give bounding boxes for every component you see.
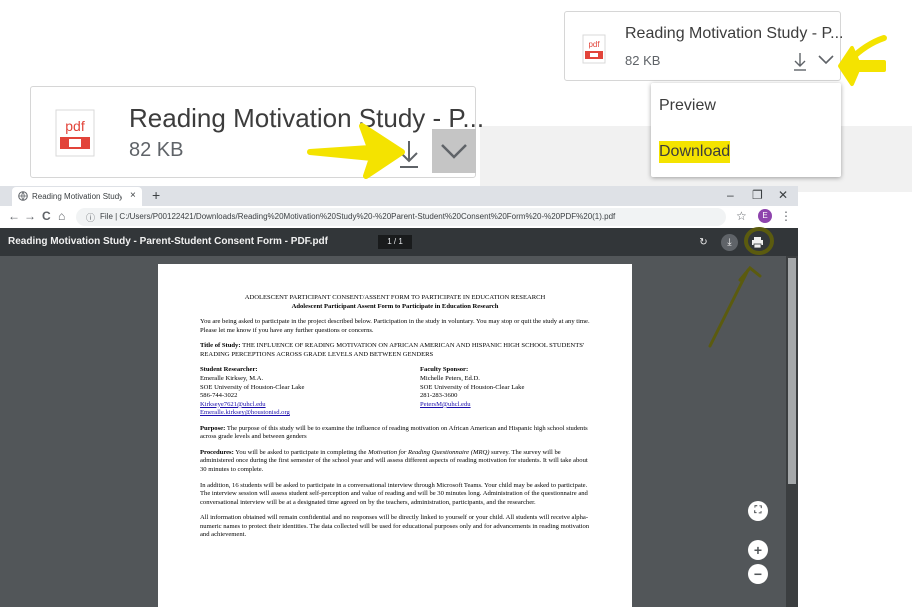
yellow-scribble bbox=[847, 35, 887, 63]
olive-circle-annotation bbox=[744, 227, 774, 255]
olive-arrow-annotation bbox=[708, 265, 762, 348]
yellow-arrow-annotation bbox=[307, 123, 405, 179]
yellow-arrow-annotation-small bbox=[838, 46, 886, 86]
annotation-layer bbox=[307, 35, 887, 348]
